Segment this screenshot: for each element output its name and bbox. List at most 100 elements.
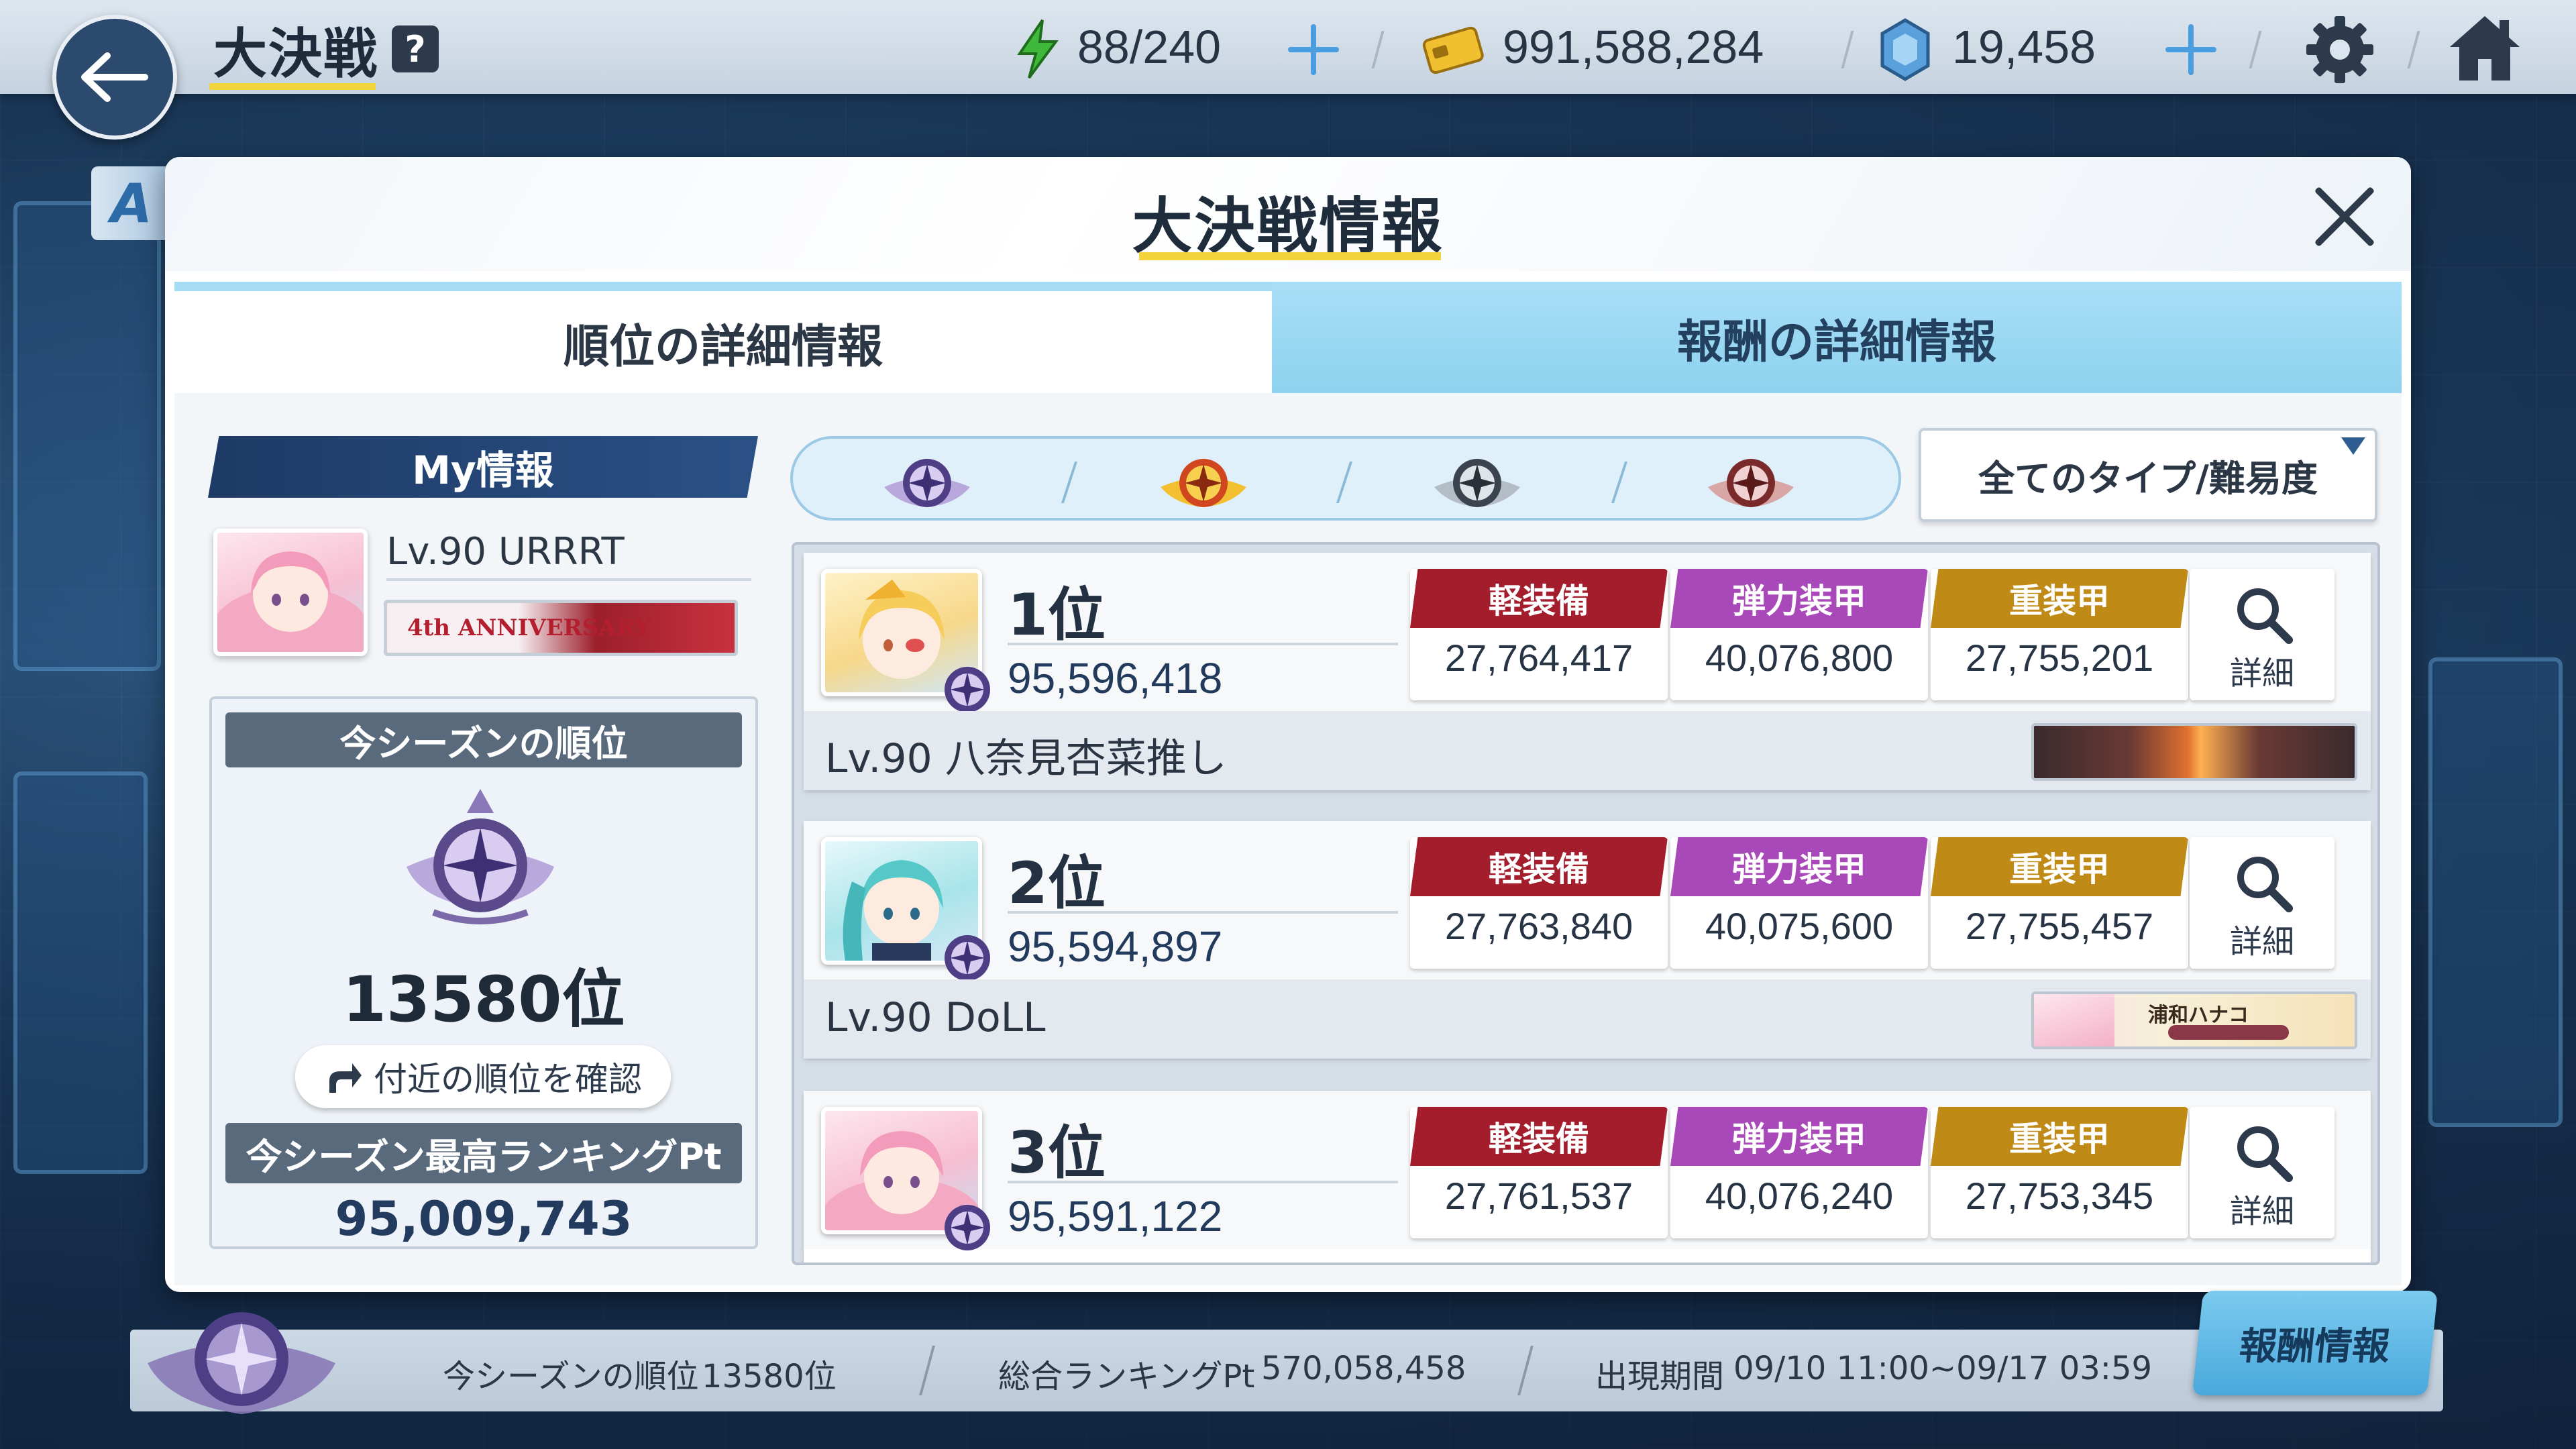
difficulty-purple-icon [945, 935, 990, 981]
raid-info-modal: 大決戦情報 順位の詳細情報 報酬の詳細情報 My情報 Lv.90 URRRT 4… [165, 157, 2411, 1292]
tab-reward-details[interactable]: 報酬の詳細情報 [1272, 282, 2402, 393]
season-rank-label: 今シーズンの順位 [225, 712, 742, 767]
difficulty-purple-icon[interactable] [880, 448, 974, 513]
difficulty-bronze-icon[interactable] [1704, 448, 1798, 513]
banner-portrait [2034, 994, 2114, 1046]
divider [1008, 911, 1398, 914]
light-armor-label: 軽装備 [1410, 837, 1668, 896]
heavy-armor-value: 27,755,457 [1965, 905, 2154, 947]
background-monitor [13, 201, 161, 671]
total-pt-value: 570,058,458 [1261, 1350, 1466, 1387]
tab-content: My情報 Lv.90 URRRT 4th ANNIVERSARY 今シーズンの順… [174, 393, 2402, 1285]
season-rank-panel: 今シーズンの順位 13580位 付近の順位を確認 今シーズン最高ランキングPt … [209, 696, 758, 1249]
bottom-season-rank-value: 13580位 [702, 1358, 837, 1395]
elastic-armor-label: 弾力装甲 [1670, 837, 1928, 896]
heavy-armor-label: 重装甲 [1931, 837, 2188, 896]
rank-label: 1位 [1008, 582, 1106, 649]
divider [386, 578, 751, 581]
divider [1008, 643, 1398, 645]
ranking-list[interactable]: 1位 95,596,418 軽装備 27,764,417 弾力装甲 40,076… [792, 542, 2380, 1265]
heavy-armor-label: 重装甲 [1931, 1107, 2188, 1166]
heavy-armor-score: 重装甲 27,755,201 [1931, 569, 2188, 700]
background-monitor [13, 771, 148, 1174]
gear-icon[interactable] [2304, 13, 2376, 86]
credits-value: 991,588,284 [1503, 21, 1764, 73]
light-armor-label: 軽装備 [1410, 1107, 1668, 1166]
difficulty-silver-icon[interactable] [1430, 448, 1524, 513]
period-value: 09/10 11:00~09/17 03:59 [1733, 1350, 2153, 1387]
separator [2249, 31, 2262, 68]
difficulty-purple-icon [945, 667, 990, 712]
top-bar: 大決戦 ? 88/240 991,588,284 19,458 [0, 0, 2576, 94]
side-tab-tag: A [91, 166, 172, 240]
elastic-armor-score: 弾力装甲 40,076,800 [1670, 569, 1928, 700]
player-row: Lv.90 八奈見杏菜推し [804, 711, 2371, 790]
share-arrow-icon [329, 1063, 362, 1093]
separator [1061, 462, 1078, 503]
rank-emblem-icon [148, 1312, 335, 1414]
gems-value: 19,458 [1952, 21, 2096, 73]
credit-card-icon [1422, 26, 1484, 74]
tab-rank-details[interactable]: 順位の詳細情報 [174, 282, 1272, 393]
player-name: Lv.90 DoLL [825, 994, 1046, 1041]
elastic-armor-score: 弾力装甲 40,076,240 [1670, 1107, 1928, 1238]
best-pt-value: 95,009,743 [335, 1191, 633, 1246]
detail-button[interactable]: 詳細 [2190, 837, 2334, 969]
help-button[interactable]: ? [392, 25, 439, 72]
heavy-armor-label: 重装甲 [1931, 569, 2188, 628]
separator [1611, 462, 1628, 503]
detail-button[interactable]: 詳細 [2190, 569, 2334, 700]
check-nearby-rank-button[interactable]: 付近の順位を確認 [295, 1045, 671, 1108]
light-armor-score: 軽装備 27,764,417 [1410, 569, 1668, 700]
banner-text: 4th ANNIVERSARY [407, 614, 651, 641]
rank-emblem-icon [407, 789, 554, 924]
elastic-armor-label: 弾力装甲 [1670, 1107, 1928, 1166]
period-label: 出現期間 [1595, 1358, 1725, 1395]
detail-label: 詳細 [2229, 1193, 2294, 1230]
character-portrait [217, 551, 364, 652]
home-icon[interactable] [2447, 12, 2522, 85]
bottom-season-rank-label: 今シーズンの順位 [443, 1358, 699, 1395]
light-armor-value: 27,761,537 [1444, 1175, 1633, 1217]
back-button[interactable] [52, 15, 177, 140]
difficulty-purple-icon [945, 1205, 990, 1250]
magnifier-icon [2237, 857, 2293, 912]
elastic-armor-score: 弾力装甲 40,075,600 [1670, 837, 1928, 969]
dropdown-arrow-icon [2341, 437, 2365, 455]
close-button[interactable] [2309, 181, 2380, 252]
elastic-armor-value: 40,075,600 [1705, 905, 1894, 947]
separator [1371, 31, 1385, 68]
lightning-icon [1017, 19, 1059, 79]
magnifier-icon [2237, 1126, 2293, 1182]
heavy-armor-value: 27,755,201 [1965, 637, 2154, 679]
favor-rank-badge [2168, 1025, 2289, 1040]
separator [1336, 462, 1353, 503]
ranking-row: 1位 95,596,418 軽装備 27,764,417 弾力装甲 40,076… [804, 553, 2371, 790]
modal-title: 大決戦情報 [1132, 191, 1444, 262]
light-armor-score: 軽装備 27,761,537 [1410, 1107, 1668, 1238]
best-pt-label: 今シーズン最高ランキングPt [225, 1123, 742, 1183]
add-gems-button[interactable] [2163, 21, 2219, 78]
detail-button[interactable]: 詳細 [2190, 1107, 2334, 1238]
ranking-row: 2位 95,594,897 軽装備 27,763,840 弾力装甲 40,075… [804, 821, 2371, 1059]
ap-value: 88/240 [1077, 21, 1222, 73]
player-banner: 浦和ハナコ [2031, 991, 2357, 1049]
light-armor-value: 27,764,417 [1444, 637, 1633, 679]
elastic-armor-value: 40,076,240 [1705, 1175, 1894, 1217]
rank-score: 95,591,122 [1008, 1192, 1223, 1240]
detail-label: 詳細 [2229, 655, 2294, 692]
title-underline [1139, 252, 1441, 260]
add-ap-button[interactable] [1285, 21, 1342, 78]
rank-label: 3位 [1008, 1120, 1106, 1187]
rank-score: 95,596,418 [1008, 654, 1223, 702]
player-banner [2031, 723, 2357, 781]
total-pt-label: 総合ランキングPt [998, 1358, 1255, 1395]
reward-info-button[interactable]: 報酬情報 [2192, 1291, 2438, 1395]
nearby-button-label: 付近の順位を確認 [374, 1060, 642, 1099]
elastic-armor-value: 40,076,800 [1705, 637, 1894, 679]
banner-text: 浦和ハナコ [2148, 1004, 2249, 1027]
my-info-header: My情報 [208, 436, 758, 498]
type-difficulty-dropdown[interactable]: 全てのタイプ/難易度 [1919, 428, 2377, 522]
difficulty-gold-icon[interactable] [1157, 448, 1250, 513]
separator [2407, 31, 2420, 68]
